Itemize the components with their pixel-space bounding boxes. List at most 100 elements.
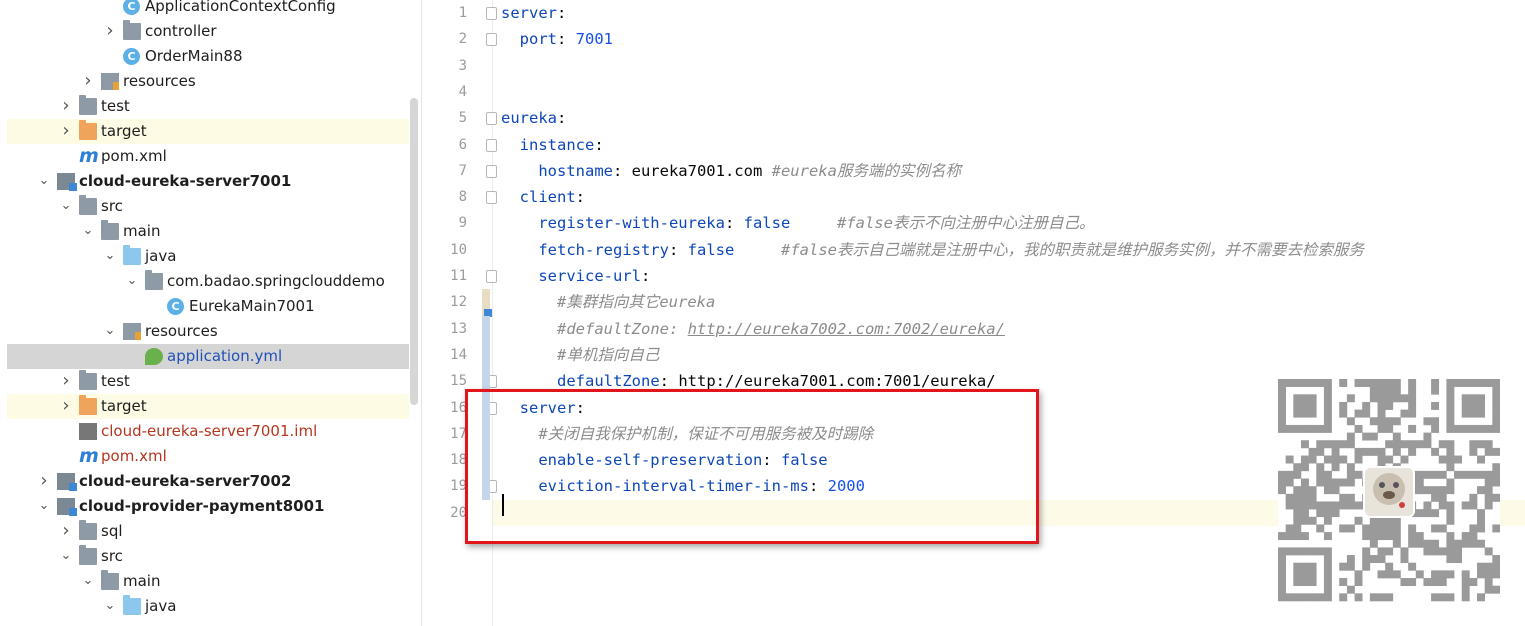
tree-item-label: cloud-provider-payment8001 [79,497,325,515]
line-number: 9 [458,215,467,232]
tree-item[interactable]: ⌄ main [7,569,409,594]
chevron-right-icon[interactable]: › [60,372,72,390]
line-number: 8 [458,189,467,206]
tree-item[interactable]: ⌄ src [7,194,409,219]
code-token: #false表示不向注册中心注册自己。 [836,214,1095,233]
source-folder-icon [123,595,141,615]
tree-item[interactable]: › test [7,94,409,119]
chevron-down-icon[interactable]: ⌄ [38,172,50,190]
code-line[interactable]: service-url: [493,263,1525,289]
tree-item[interactable]: C ApplicationContextConfig [7,0,409,19]
line-number: 16 [450,399,467,416]
chevron-right-icon[interactable]: › [60,397,72,415]
tree-item[interactable]: › target [7,119,409,144]
tree-item-label: main [123,572,161,590]
chevron-down-icon[interactable]: ⌄ [60,547,72,565]
code-token: : [557,4,567,22]
vcs-change-marker [482,289,492,317]
tree-item[interactable]: › target [7,394,409,419]
spring-class-icon: C [123,48,140,65]
tree-item-label: src [101,547,123,565]
code-line[interactable] [493,53,1525,79]
module-icon [57,473,77,491]
code-line[interactable]: register-with-eureka: false #false表示不向注册… [493,210,1525,236]
code-token: false [743,214,791,233]
tree-item-label: resources [145,322,218,340]
tree-item[interactable]: ⌄ java [7,594,409,619]
code-line[interactable]: #集群指向其它eureka [493,289,1525,315]
module-icon [57,498,77,516]
chevron-down-icon[interactable]: ⌄ [104,322,116,340]
project-tree-scrollbar[interactable] [410,98,418,405]
tree-item-label: test [101,97,130,115]
project-tree[interactable]: C ApplicationContextConfig › controller C Ord… [0,0,422,626]
tree-item[interactable]: ⌄ java [7,244,409,269]
tree-item[interactable]: m pom.xml [7,144,409,169]
tree-item[interactable]: ⌄ src [7,544,409,569]
tree-item[interactable]: ⌄ cloud-eureka-server7001 [7,169,409,194]
spring-class-icon: C [167,298,184,315]
tree-item-label: sql [101,522,123,540]
tree-item[interactable]: application.yml [7,344,409,369]
tree-item-label: pom.xml [101,447,167,465]
tree-item[interactable]: ⌄ main [7,219,409,244]
tree-item-label: OrderMain88 [145,47,243,65]
code-token: #false表示自己端就是注册中心，我的职责就是维护服务实例，并不需要去检索服务 [781,240,1364,259]
chevron-right-icon[interactable]: › [60,122,72,140]
tree-item[interactable]: cloud-eureka-server7001.iml [7,419,409,444]
chevron-right-icon[interactable]: › [60,97,72,115]
tree-item[interactable]: › resources [7,69,409,94]
code-line[interactable]: server: [493,0,1525,26]
code-line[interactable] [493,79,1525,105]
tree-item[interactable]: › cloud-eureka-server7002 [7,469,409,494]
code-line[interactable]: client: [493,184,1525,210]
tree-item[interactable]: › controller [7,19,409,44]
chevron-down-icon[interactable]: ⌄ [104,597,116,615]
resources-folder-icon [101,73,119,90]
tree-item[interactable]: m pom.xml [7,444,409,469]
code-line[interactable]: #单机指向自己 [493,342,1525,368]
code-token: fetch-registry [538,240,669,259]
code-token: : [575,188,586,207]
chevron-right-icon[interactable]: › [82,72,94,90]
line-number: 1 [458,5,467,21]
tree-item[interactable]: ⌄ cloud-provider-payment8001 [7,494,409,519]
chevron-right-icon[interactable]: › [60,522,72,540]
line-number: 2 [458,31,467,48]
chevron-down-icon[interactable]: ⌄ [126,272,138,290]
tree-item[interactable]: C EurekaMain7001 [7,294,409,319]
code-line[interactable]: hostname: eureka7001.com #eureka服务端的实例名称 [493,158,1525,184]
chevron-down-icon[interactable]: ⌄ [82,222,94,240]
line-number: 4 [458,83,467,100]
tree-item[interactable]: C OrderMain88 [7,44,409,69]
tree-item-label: target [101,122,147,140]
line-number: 20 [450,504,467,521]
code-line[interactable]: #defaultZone: http://eureka7002.com:7002… [493,316,1525,342]
code-line[interactable]: eureka: [493,105,1525,131]
line-number: 19 [450,478,467,495]
chevron-down-icon[interactable]: ⌄ [104,247,116,265]
tree-item[interactable]: › test [7,369,409,394]
chevron-down-icon[interactable]: ⌄ [82,572,94,590]
tree-item[interactable]: ⌄ com.badao.springclouddemo [7,269,409,294]
chevron-right-icon[interactable]: › [104,22,116,40]
tree-item-label: cloud-eureka-server7002 [79,472,292,490]
line-number: 6 [458,136,467,153]
tree-item[interactable]: ⌄ resources [7,319,409,344]
chevron-down-icon[interactable]: ⌄ [60,197,72,215]
tree-item[interactable]: › sql [7,519,409,544]
code-line[interactable]: instance: [493,132,1525,158]
code-line[interactable]: fetch-registry: false #false表示自己端就是注册中心，… [493,237,1525,263]
code-line[interactable]: port: 7001 [493,26,1525,52]
code-token: : [557,30,576,49]
chevron-down-icon[interactable]: ⌄ [38,497,50,515]
chevron-right-icon[interactable]: › [38,472,50,490]
